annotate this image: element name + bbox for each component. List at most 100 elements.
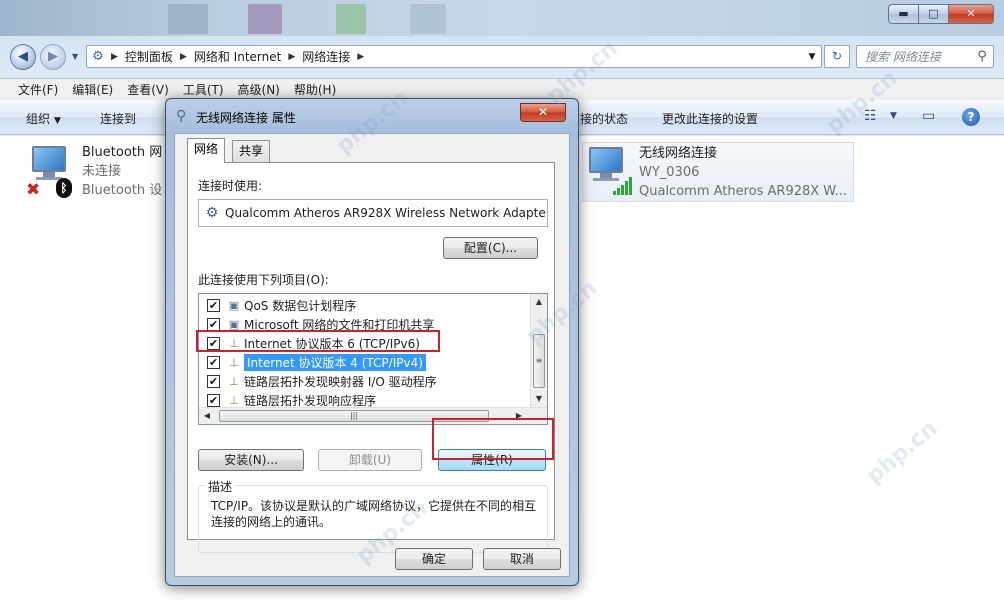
list-item[interactable]: ✔ ▣ Microsoft 网络的文件和打印机共享 <box>199 315 529 334</box>
scrollbar-thumb[interactable]: ||| <box>219 410 489 422</box>
control-panel-icon: ⚙ <box>92 49 104 64</box>
breadcrumb-network-internet[interactable]: 网络和 Internet <box>189 48 286 65</box>
wireless-connection-properties-dialog: ⚲ 无线网络连接 属性 ✕ 网络 共享 连接时使用: ⚙ Qualcomm At… <box>165 98 579 586</box>
item-label: QoS 数据包计划程序 <box>244 299 357 313</box>
address-bar[interactable]: ⚙ ▶ 控制面板 ▶ 网络和 Internet ▶ 网络连接 ▶ ▼ <box>86 45 822 68</box>
item-checkbox[interactable]: ✔ <box>207 394 220 407</box>
view-status-button[interactable]: 接的状态 <box>580 110 628 127</box>
client-icon: ▣ <box>228 318 240 331</box>
connection-items-list[interactable]: ✔ ▣ QoS 数据包计划程序 ✔ ▣ Microsoft 网络的文件和打印机共… <box>198 293 548 425</box>
connection-wireless[interactable]: 无线网络连接 WY_0306 Qualcomm Atheros AR928X W… <box>582 142 854 202</box>
recent-pages-dropdown-icon[interactable]: ▼ <box>72 52 78 61</box>
close-button[interactable]: ✕ <box>948 4 994 24</box>
search-placeholder: 搜索 网络连接 <box>865 50 941 64</box>
background-thumbnail <box>168 4 208 34</box>
network-adapter-icon: ⚙ <box>205 205 219 221</box>
connection-status: 未连接 <box>82 164 122 179</box>
title-bar[interactable] <box>0 0 1004 36</box>
breadcrumb-network-connections[interactable]: 网络连接 <box>297 48 355 65</box>
bluetooth-icon: ᛒ <box>56 178 72 198</box>
network-adapter-icon <box>583 145 635 195</box>
item-label: Internet 协议版本 6 (TCP/IPv6) <box>244 337 420 351</box>
chevron-right-icon[interactable]: ▶ <box>109 52 120 62</box>
scroll-left-arrow-icon[interactable]: ◀ <box>199 408 215 424</box>
menu-bar: 文件(F) 编辑(E) 查看(V) 工具(T) 高级(N) 帮助(H) <box>0 78 1004 100</box>
menu-help[interactable]: 帮助(H) <box>288 81 342 98</box>
chevron-down-icon[interactable]: ▼ <box>890 111 897 121</box>
description-text: TCP/IP。该协议是默认的广域网络协议，它提供在不同的相互连接的网络上的通讯。 <box>211 499 537 529</box>
ok-button[interactable]: 确定 <box>395 548 473 570</box>
chevron-right-icon[interactable]: ▶ <box>355 52 366 62</box>
connection-name: 无线网络连接 <box>639 146 718 161</box>
tab-sharing[interactable]: 共享 <box>232 140 271 162</box>
protocol-icon: ⊥ <box>229 394 239 407</box>
horizontal-scrollbar[interactable]: ◀ ||| ▶ <box>199 407 547 424</box>
item-checkbox[interactable]: ✔ <box>207 299 220 312</box>
connection-device: Qualcomm Atheros AR928X W... <box>639 184 848 199</box>
item-checkbox[interactable]: ✔ <box>207 375 220 388</box>
menu-tools[interactable]: 工具(T) <box>177 81 230 98</box>
menu-view[interactable]: 查看(V) <box>121 81 175 98</box>
menu-advanced[interactable]: 高级(N) <box>232 81 286 98</box>
properties-button[interactable]: 属性(R) <box>438 449 546 471</box>
organize-label: 组织 <box>26 112 51 126</box>
protocol-icon: ⊥ <box>229 356 239 369</box>
menu-file[interactable]: 文件(F) <box>12 81 64 98</box>
connection-name: Bluetooth 网 <box>82 145 163 160</box>
forward-button[interactable]: ▶ <box>40 44 66 70</box>
monitor-icon <box>589 147 623 173</box>
maximize-button[interactable]: □ <box>918 4 948 24</box>
item-checkbox[interactable]: ✔ <box>207 356 220 369</box>
list-item[interactable]: ✔ ⊥ Internet 协议版本 6 (TCP/IPv6) <box>199 334 529 353</box>
search-icon[interactable]: ⚲ <box>971 49 993 64</box>
tab-network[interactable]: 网络 <box>187 138 226 163</box>
protocol-icon: ⊥ <box>229 375 239 388</box>
dialog-body: 网络 共享 连接时使用: ⚙ Qualcomm Atheros AR928X W… <box>174 133 570 577</box>
connection-status: WY_0306 <box>639 165 700 180</box>
dialog-title: 无线网络连接 属性 <box>196 111 296 125</box>
refresh-button[interactable]: ↻ <box>824 45 850 68</box>
configure-button[interactable]: 配置(C)... <box>443 237 538 259</box>
list-item-ipv4[interactable]: ✔ ⊥ Internet 协议版本 4 (TCP/IPv4) <box>199 353 529 372</box>
scroll-up-arrow-icon[interactable]: ▲ <box>531 294 547 310</box>
items-label: 此连接使用下列项目(O): <box>198 273 329 287</box>
connect-to-button[interactable]: 连接到 <box>100 110 136 127</box>
connection-bluetooth[interactable]: ✖ ᛒ Bluetooth 网 未连接 Bluetooth 设 <box>26 144 162 200</box>
window-controls: ▬ □ ✕ <box>888 4 994 24</box>
chevron-right-icon[interactable]: ▶ <box>178 52 189 62</box>
list-item[interactable]: ✔ ⊥ 链路层拓扑发现映射器 I/O 驱动程序 <box>199 372 529 391</box>
item-checkbox[interactable]: ✔ <box>207 337 220 350</box>
item-checkbox[interactable]: ✔ <box>207 318 220 331</box>
monitor-icon <box>32 146 66 172</box>
preview-pane-icon[interactable]: ▭ <box>922 108 935 124</box>
help-icon[interactable]: ? <box>962 108 980 126</box>
vertical-scrollbar[interactable]: ▲ ≡ ▼ <box>530 294 547 407</box>
adapter-name: Qualcomm Atheros AR928X Wireless Network… <box>225 206 546 220</box>
network-adapter-icon: ✖ ᛒ <box>26 144 78 200</box>
back-button[interactable]: ◀ <box>10 44 36 70</box>
minimize-button[interactable]: ▬ <box>888 4 918 24</box>
install-button[interactable]: 安装(N)... <box>198 449 304 471</box>
service-icon: ▣ <box>228 299 240 312</box>
dialog-close-button[interactable]: ✕ <box>520 103 566 122</box>
scroll-right-arrow-icon[interactable]: ▶ <box>511 408 527 424</box>
menu-edit[interactable]: 编辑(E) <box>66 81 119 98</box>
scroll-down-arrow-icon[interactable]: ▼ <box>531 391 547 407</box>
scrollbar-thumb[interactable]: ≡ <box>533 334 545 388</box>
connection-details: 无线网络连接 WY_0306 Qualcomm Atheros AR928X W… <box>635 145 847 201</box>
organize-button[interactable]: 组织 ▼ <box>26 110 61 127</box>
view-options-icon[interactable]: ☷ <box>864 108 877 124</box>
chevron-right-icon[interactable]: ▶ <box>286 52 297 62</box>
list-item[interactable]: ✔ ▣ QoS 数据包计划程序 <box>199 296 529 315</box>
background-thumbnail <box>248 4 282 34</box>
signal-strength-icon <box>613 175 633 195</box>
item-label: 链路层拓扑发现映射器 I/O 驱动程序 <box>244 375 437 389</box>
chevron-down-icon[interactable]: ▼ <box>803 52 821 62</box>
network-icon: ⚲ <box>176 108 187 124</box>
change-settings-button[interactable]: 更改此连接的设置 <box>662 110 758 127</box>
item-label: Microsoft 网络的文件和打印机共享 <box>244 318 435 332</box>
item-label: Internet 协议版本 4 (TCP/IPv4) <box>244 354 426 371</box>
breadcrumb-control-panel[interactable]: 控制面板 <box>120 48 178 65</box>
cancel-button[interactable]: 取消 <box>483 548 561 570</box>
search-input[interactable]: 搜索 网络连接 ⚲ <box>856 45 994 68</box>
